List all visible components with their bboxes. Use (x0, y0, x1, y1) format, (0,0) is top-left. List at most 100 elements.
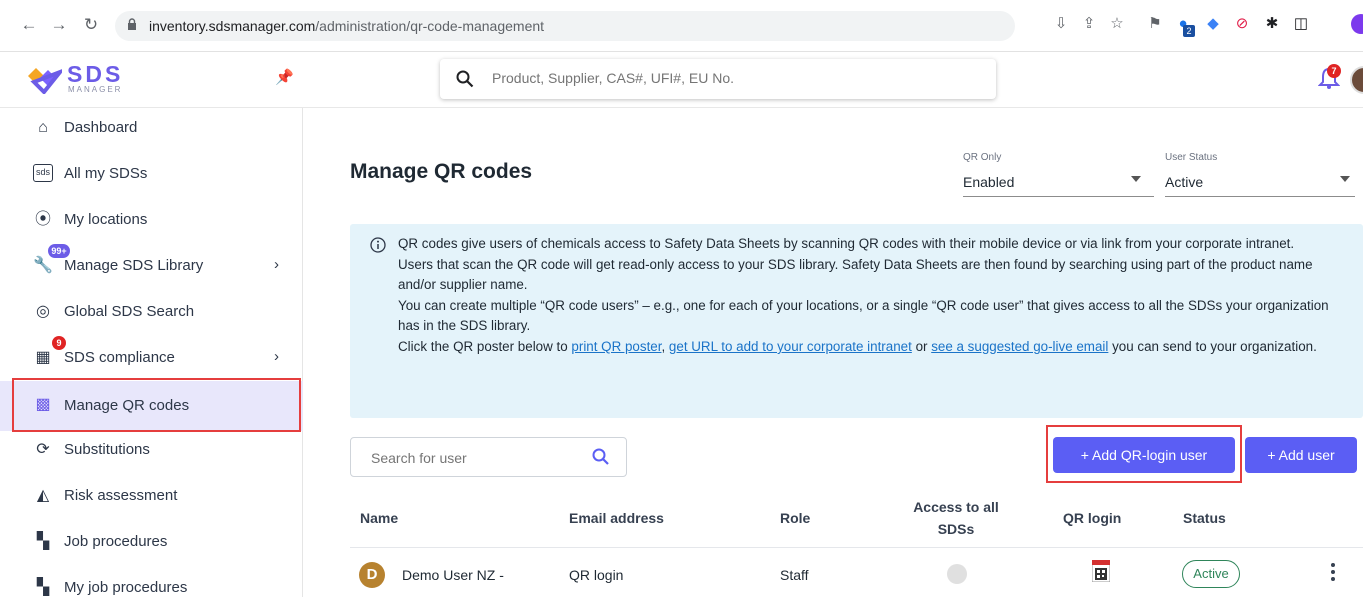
sidebar-item-label: Global SDS Search (64, 303, 195, 320)
user-avatar: D (359, 562, 385, 588)
sidebar-item-label: My job procedures (64, 579, 188, 596)
url-path: /administration/qr-code-management (315, 18, 545, 34)
info-icon (370, 237, 386, 253)
sidebar-item-all-my-sdss[interactable]: sds All my SDSs (0, 154, 303, 194)
info-sep-1: , (661, 338, 669, 354)
sidebar-item-label: Dashboard (64, 119, 138, 136)
column-header-role[interactable]: Role (780, 510, 810, 526)
lock-icon (128, 18, 136, 30)
compliance-count-badge: 9 (52, 336, 66, 350)
logo-text: SDS (67, 61, 124, 87)
add-user-button[interactable]: + Add user (1245, 437, 1357, 473)
chevron-right-icon: › (274, 256, 279, 273)
sidebar-item-label: My locations (64, 211, 148, 228)
bookmark-star-icon[interactable]: ☆ (1108, 15, 1126, 33)
sidebar-item-label: All my SDSs (64, 165, 148, 182)
more-vertical-icon[interactable] (1330, 562, 1336, 582)
global-search[interactable] (440, 59, 996, 99)
search-icon (456, 70, 474, 88)
extension-badge: 2 (1183, 25, 1195, 37)
user-status-label: User Status (1165, 152, 1218, 163)
qr-only-label: QR Only (963, 152, 1002, 163)
sidebar-item-label: Manage SDS Library (64, 257, 204, 274)
forward-icon[interactable]: → (48, 14, 70, 36)
go-live-email-link[interactable]: see a suggested go-live email (931, 339, 1108, 354)
sidebar-item-my-job-procedures[interactable]: ▚ My job procedures (0, 568, 303, 608)
sidebar-item-label: Risk assessment (64, 487, 178, 504)
qr-only-value[interactable]: Enabled (963, 174, 1014, 190)
qr-poster-icon[interactable] (1092, 560, 1110, 582)
cell-name: Demo User NZ - (402, 567, 504, 583)
global-search-icon: ◎ (36, 303, 50, 320)
print-qr-poster-link[interactable]: print QR poster (571, 339, 661, 354)
sidebar-item-my-locations[interactable]: ⦿ My locations (0, 200, 303, 240)
reload-icon[interactable]: ↻ (80, 14, 102, 36)
substitution-icon: ⟳ (36, 441, 50, 458)
status-badge: Active (1182, 560, 1240, 588)
home-icon: ⌂ (38, 119, 48, 136)
user-status-value[interactable]: Active (1165, 174, 1203, 190)
logo-subtext: MANAGER (68, 85, 123, 94)
sds-icon: sds (33, 164, 53, 182)
sidebar-item-sds-compliance[interactable]: ▦ 9 SDS compliance › (0, 336, 303, 378)
sds-logo-icon (28, 68, 62, 94)
back-icon[interactable]: ← (18, 14, 40, 36)
access-all-toggle[interactable] (947, 564, 967, 584)
column-header-status[interactable]: Status (1183, 510, 1226, 526)
address-bar[interactable]: inventory.sdsmanager.com/administration/… (115, 11, 1015, 41)
table-row[interactable]: D Demo User NZ - QR login Staff Active (350, 548, 1363, 598)
profile-avatar-icon[interactable] (1351, 14, 1363, 34)
column-header-name[interactable]: Name (360, 510, 398, 526)
info-line-1: QR codes give users of chemicals access … (398, 236, 1295, 251)
install-app-icon[interactable]: ⇩ (1052, 15, 1070, 33)
sidebar-item-dashboard[interactable]: ⌂ Dashboard (0, 108, 303, 148)
extension-flag-icon[interactable]: ⚑ (1146, 15, 1164, 33)
sidebar-item-label: SDS compliance (64, 349, 175, 366)
sidebar-item-manage-sds-library[interactable]: 🔧 99+ Manage SDS Library › (0, 244, 303, 286)
column-header-access[interactable]: Access to all SDSs (906, 496, 1006, 540)
chevron-down-icon (1131, 176, 1141, 182)
main-content: Manage QR codes QR Only Enabled User Sta… (320, 124, 1363, 597)
info-box: QR codes give users of chemicals access … (350, 224, 1363, 418)
location-icon: ⦿ (34, 211, 51, 228)
search-icon[interactable] (591, 447, 611, 467)
url-text: inventory.sdsmanager.com/administration/… (149, 18, 544, 34)
column-header-qr-login[interactable]: QR login (1063, 510, 1121, 526)
info-line-4-prefix: Click the QR poster below to (398, 338, 572, 354)
user-search-input[interactable] (371, 450, 571, 466)
column-header-email[interactable]: Email address (569, 510, 664, 526)
info-text: QR codes give users of chemicals access … (398, 234, 1348, 358)
browser-toolbar: ← → ↻ inventory.sdsmanager.com/administr… (0, 0, 1363, 52)
share-icon[interactable]: ⇪ (1080, 15, 1098, 33)
user-status-underline (1165, 196, 1355, 197)
risk-icon: ◭ (36, 487, 50, 504)
pin-sidebar-icon[interactable]: 📌 (275, 68, 294, 86)
sidebar-item-label: Substitutions (64, 441, 150, 458)
info-line-3: You can create multiple “QR code users” … (398, 297, 1329, 334)
table-header: Name Email address Role Access to all SD… (350, 488, 1363, 548)
user-avatar[interactable] (1350, 66, 1363, 94)
extension-block-icon[interactable]: ⊘ (1233, 15, 1251, 33)
sidebar-item-substitutions[interactable]: ⟳ Substitutions (0, 430, 303, 470)
global-search-input[interactable] (492, 70, 972, 86)
info-line-4: Click the QR poster below to print QR po… (398, 337, 1348, 358)
building-icon: ▦ (35, 349, 51, 366)
job-procedure-icon: ▚ (36, 533, 50, 550)
side-panel-icon[interactable]: ◫ (1292, 15, 1310, 33)
wrench-icon: 🔧 (33, 257, 53, 274)
sidebar-item-risk-assessment[interactable]: ◭ Risk assessment (0, 476, 303, 516)
extensions-puzzle-icon[interactable]: ✱ (1263, 15, 1281, 33)
user-search[interactable] (350, 437, 627, 477)
sidebar-item-global-sds-search[interactable]: ◎ Global SDS Search (0, 292, 303, 332)
page-title: Manage QR codes (350, 160, 533, 183)
url-domain: inventory.sdsmanager.com (149, 18, 316, 34)
extension-tag-icon[interactable]: ◆ (1204, 15, 1222, 33)
info-line-2: Users that scan the QR code will get rea… (398, 256, 1313, 293)
sidebar-item-job-procedures[interactable]: ▚ Job procedures (0, 522, 303, 562)
qr-only-underline (963, 196, 1154, 197)
info-line-4-suffix: you can send to your organization. (1108, 338, 1317, 354)
notification-badge: 7 (1327, 64, 1341, 78)
get-url-link[interactable]: get URL to add to your corporate intrane… (669, 339, 912, 354)
info-sep-2: or (911, 338, 932, 354)
sidebar-item-label: Job procedures (64, 533, 168, 550)
